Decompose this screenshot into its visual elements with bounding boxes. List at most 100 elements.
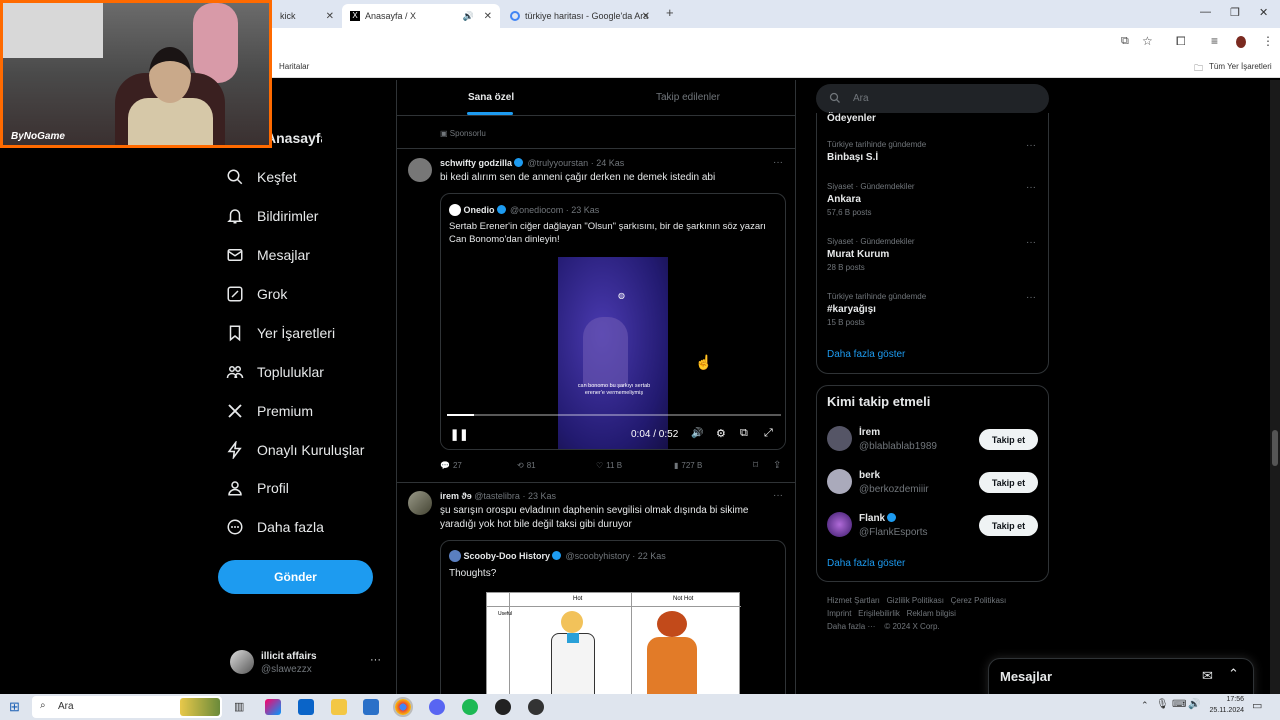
tab-x-home[interactable]: X Anasayfa / X 🔊 ✕: [342, 4, 500, 28]
nav-messages[interactable]: Mesajlar: [226, 241, 310, 269]
extensions-icon[interactable]: ⧠: [1176, 34, 1186, 49]
reply-button[interactable]: 💬 27: [440, 461, 462, 470]
trend-item[interactable]: Siyaset · Gündemdekiler Ankara 57,6 B po…: [827, 182, 1042, 217]
tab-for-you[interactable]: Sana özel: [468, 92, 514, 103]
more-dots-icon[interactable]: ···: [773, 157, 783, 168]
video-player[interactable]: ◍ can bonomo bu şarkıyı sertab erener'e …: [441, 257, 785, 449]
copilot-icon[interactable]: [265, 699, 281, 715]
quote-image-table[interactable]: Hot Not Hot Useful: [486, 592, 741, 694]
task-view-icon[interactable]: ▥: [234, 700, 244, 713]
file-explorer-icon[interactable]: [331, 699, 347, 715]
obs-icon[interactable]: [495, 699, 511, 715]
menu-icon[interactable]: ⋮: [1262, 34, 1274, 48]
notifications-icon[interactable]: ▭: [1252, 699, 1262, 712]
discord-icon[interactable]: [429, 699, 445, 715]
cast-icon[interactable]: ⧉: [1121, 35, 1129, 48]
trends-show-more[interactable]: Daha fazla göster: [827, 349, 905, 360]
post-button[interactable]: Gönder: [218, 560, 373, 594]
app-icon[interactable]: [528, 699, 544, 715]
follow-button[interactable]: Takip et: [979, 472, 1038, 493]
footer-link[interactable]: Hizmet Şartları: [827, 596, 880, 605]
network-icon[interactable]: ⌨: [1172, 699, 1186, 710]
taskbar-time[interactable]: 17:56: [1204, 696, 1244, 703]
follow-show-more[interactable]: Daha fazla göster: [827, 558, 905, 569]
more-dots-icon[interactable]: ···: [773, 490, 783, 501]
more-dots-icon[interactable]: ···: [1026, 292, 1036, 303]
pip-icon[interactable]: ⧉: [740, 427, 748, 440]
share-icon[interactable]: ⇪: [773, 460, 781, 471]
more-dots-icon[interactable]: ···: [1026, 237, 1036, 248]
nav-grok[interactable]: Grok: [226, 280, 287, 308]
trend-item[interactable]: Türkiye tarihinde gündemde Binbaşı S.İ ·…: [827, 140, 1042, 163]
more-dots-icon[interactable]: ···: [1026, 182, 1036, 193]
quoted-tweet[interactable]: Scooby-Doo History @scoobyhistory · 22 K…: [440, 540, 786, 694]
close-window-icon[interactable]: ✕: [1259, 6, 1268, 19]
chrome-icon[interactable]: [393, 697, 413, 717]
like-button[interactable]: ♡ 11 B: [596, 461, 622, 470]
store-icon[interactable]: [363, 699, 379, 715]
nav-premium[interactable]: Premium: [226, 397, 313, 425]
repost-button[interactable]: ⟲ 81: [517, 461, 536, 470]
pause-icon[interactable]: ❚❚: [450, 428, 468, 441]
nav-home-label-partial[interactable]: Anasayfa: [272, 130, 322, 146]
tray-chevron-icon[interactable]: ⌃: [1141, 700, 1149, 711]
microphone-icon[interactable]: 🎙: [1156, 699, 1169, 710]
footer-link[interactable]: Reklam bilgisi: [907, 609, 956, 618]
follow-suggestion[interactable]: İrem @blablablab1989 Takip et: [817, 424, 1050, 460]
tweet-handle[interactable]: @tastelibra: [474, 491, 520, 501]
messages-drawer[interactable]: Mesajlar ✉ ⌃: [988, 658, 1254, 698]
scrollbar-thumb[interactable]: [1272, 430, 1278, 466]
account-switcher[interactable]: illicit affairs @slawezzx ···: [230, 650, 390, 680]
outlook-icon[interactable]: [298, 699, 314, 715]
more-dots-icon[interactable]: ···: [1026, 140, 1036, 151]
follow-suggestion[interactable]: Flank @FlankEsports Takip et: [817, 510, 1050, 546]
nav-verified-orgs[interactable]: Onaylı Kuruluşlar: [226, 436, 364, 464]
close-icon[interactable]: ✕: [326, 11, 334, 22]
views-button[interactable]: ▮ 727 B: [674, 461, 702, 470]
tab-following[interactable]: Takip edilenler: [656, 92, 720, 103]
settings-gear-icon[interactable]: ⚙: [716, 427, 726, 440]
nav-bookmarks[interactable]: Yer İşaretleri: [226, 319, 335, 347]
follow-button[interactable]: Takip et: [979, 429, 1038, 450]
trend-item[interactable]: Siyaset · Gündemdekiler Murat Kurum 28 B…: [827, 237, 1042, 272]
bookmark-icon[interactable]: ⌑: [753, 460, 758, 471]
nav-profile[interactable]: Profil: [226, 474, 289, 502]
nav-notifications[interactable]: Bildirimler: [226, 202, 318, 230]
taskbar-search[interactable]: ⌕ Ara: [32, 696, 222, 718]
tweet-time[interactable]: · 24 Kas: [591, 158, 625, 168]
footer-link[interactable]: Imprint: [827, 609, 851, 618]
minimize-icon[interactable]: —: [1200, 6, 1211, 18]
footer-link[interactable]: Erişilebilirlik: [858, 609, 900, 618]
tweet-author[interactable]: schwifty godzilla: [440, 158, 512, 168]
tab-kick[interactable]: kick ✕: [272, 4, 342, 28]
tweet-time[interactable]: · 23 Kas: [522, 491, 556, 501]
profile-avatar[interactable]: [1236, 36, 1246, 48]
search-box[interactable]: Ara: [816, 84, 1049, 113]
tweet[interactable]: irem ϑɘ @tastelibra · 23 Kas ··· şu sarı…: [397, 483, 795, 694]
nav-communities[interactable]: Topluluklar: [226, 358, 324, 386]
more-dots-icon[interactable]: ···: [370, 654, 381, 666]
new-message-icon[interactable]: ✉: [1202, 668, 1213, 684]
media-icon[interactable]: ≡: [1211, 34, 1218, 48]
tab-google-search[interactable]: türkiye haritası - Google'da Ara ✕: [502, 4, 658, 28]
star-icon[interactable]: ☆: [1142, 34, 1153, 48]
fullscreen-icon[interactable]: ⤢: [764, 427, 773, 440]
close-icon[interactable]: ✕: [642, 11, 650, 22]
tweet[interactable]: schwifty godzilla @trulyyourstan · 24 Ka…: [397, 149, 795, 482]
quoted-tweet[interactable]: Onedio @onediocom · 23 Kas Sertab Erener…: [440, 193, 786, 450]
footer-link[interactable]: Daha fazla ···: [827, 622, 875, 631]
restore-icon[interactable]: ❐: [1230, 6, 1240, 19]
bookmark-haritalar[interactable]: Haritalar: [279, 62, 309, 71]
footer-link[interactable]: Gizlilik Politikası: [887, 596, 944, 605]
follow-button[interactable]: Takip et: [979, 515, 1038, 536]
nav-more[interactable]: Daha fazla: [226, 513, 324, 541]
video-progress-track[interactable]: [447, 414, 781, 416]
page-scrollbar[interactable]: [1270, 80, 1280, 694]
follow-suggestion[interactable]: berk @berkozdemiiir Takip et: [817, 467, 1050, 503]
tweet-author[interactable]: irem ϑɘ: [440, 491, 472, 501]
speaker-icon[interactable]: 🔊: [463, 11, 474, 22]
spotify-icon[interactable]: [462, 699, 478, 715]
windows-start-icon[interactable]: ⊞: [9, 699, 20, 715]
taskbar-date[interactable]: 25.11.2024: [1199, 707, 1244, 714]
new-tab-icon[interactable]: +: [666, 5, 674, 20]
